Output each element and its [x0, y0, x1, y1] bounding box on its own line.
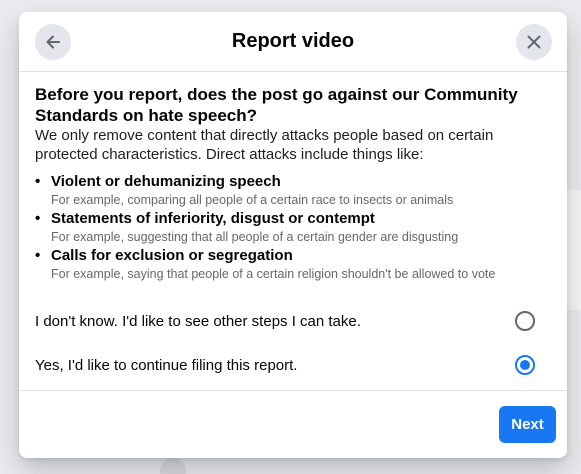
list-item-title: Statements of inferiority, disgust or co…	[51, 210, 375, 227]
list-item-description: For example, suggesting that all people …	[51, 230, 459, 244]
dialog-footer: Next	[19, 390, 567, 458]
next-button[interactable]: Next	[499, 406, 556, 443]
close-icon	[527, 35, 541, 49]
radio-selected[interactable]	[515, 355, 535, 375]
bullet-dot: •	[35, 247, 41, 264]
list-item-description: For example, comparing all people of a c…	[51, 193, 454, 207]
list-item: • Statements of inferiority, disgust or …	[35, 209, 551, 246]
background-avatar	[160, 458, 186, 474]
list-item-title: Violent or dehumanizing speech	[51, 173, 281, 190]
list-item-title: Calls for exclusion or segregation	[51, 247, 293, 264]
radio-unselected[interactable]	[515, 311, 535, 331]
bullet-dot: •	[35, 210, 41, 227]
list-item-description: For example, saying that people of a cer…	[51, 267, 496, 281]
close-button[interactable]	[516, 24, 552, 60]
option-label: I don't know. I'd like to see other step…	[35, 312, 361, 330]
report-options: I don't know. I'd like to see other step…	[35, 299, 551, 387]
intro-text: We only remove content that directly att…	[35, 127, 494, 163]
report-dialog: Report video Before you report, does the…	[19, 12, 567, 458]
bullet-dot: •	[35, 173, 41, 190]
list-item: • Calls for exclusion or segregation For…	[35, 246, 551, 283]
question-heading: Before you report, does the post go agai…	[35, 85, 518, 125]
attack-types-list: • Violent or dehumanizing speech For exa…	[35, 172, 551, 283]
option-dont-know[interactable]: I don't know. I'd like to see other step…	[35, 299, 551, 343]
dialog-header: Report video	[19, 12, 567, 72]
dialog-title: Report video	[231, 30, 355, 52]
dialog-content: Before you report, does the post go agai…	[19, 72, 567, 387]
list-item: • Violent or dehumanizing speech For exa…	[35, 172, 551, 209]
option-continue-report[interactable]: Yes, I'd like to continue filing this re…	[35, 343, 551, 387]
option-label: Yes, I'd like to continue filing this re…	[35, 356, 298, 374]
